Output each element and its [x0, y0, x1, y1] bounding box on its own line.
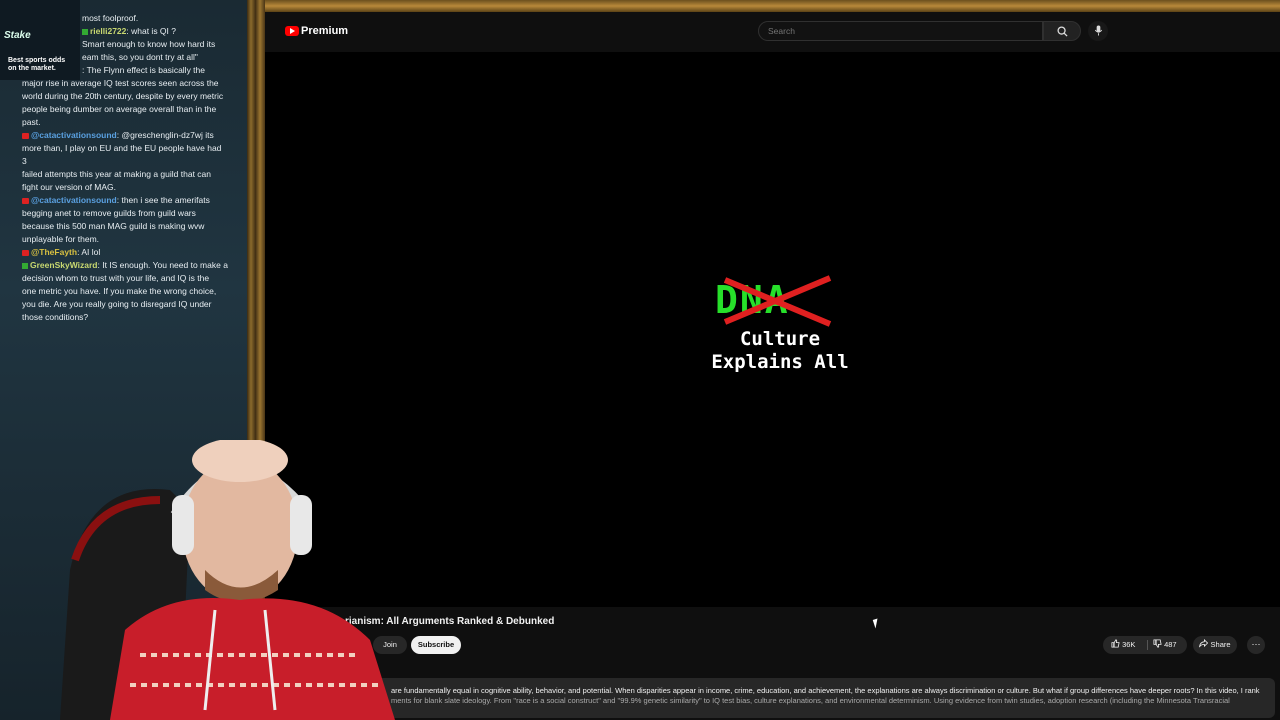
- chat-text: begging anet to remove guilds from guild…: [22, 208, 196, 218]
- youtube-logo-icon[interactable]: [285, 26, 299, 36]
- description-line-2: ments for blank slate ideology. From "ra…: [391, 696, 1230, 705]
- chat-username[interactable]: GreenSkyWizard: [30, 260, 97, 270]
- headphone-cup-right: [290, 495, 312, 555]
- search-icon: [1056, 26, 1068, 37]
- user-badge-icon: [22, 262, 28, 269]
- chat-text: failed attempts this year at making a gu…: [22, 169, 211, 179]
- chat-text: because this 500 man MAG guild is making…: [22, 221, 205, 231]
- like-count: 36K: [1122, 640, 1136, 649]
- chat-text: : @greschenglin-dz7wj its: [116, 130, 214, 140]
- youtube-page: Premium DNA Culture Explains All: [265, 12, 1280, 720]
- red-x-icon: [723, 275, 832, 327]
- user-badge-icon: [22, 249, 29, 256]
- chat-text: unplayable for them.: [22, 234, 100, 244]
- chat-message: you die. Are you really going to disrega…: [0, 298, 250, 311]
- like-button[interactable]: 36K: [1111, 636, 1135, 654]
- video-frame-art: DNA Culture Explains All: [705, 272, 855, 382]
- chat-username[interactable]: @TheFayth: [31, 247, 77, 257]
- chat-text: decision whom to trust with your life, a…: [22, 273, 210, 283]
- ad-box[interactable]: Stake Best sports odds on the market.: [0, 0, 80, 80]
- user-badge-icon: [82, 28, 88, 35]
- chat-message: @catactivationsound: @greschenglin-dz7wj…: [0, 129, 250, 142]
- chat-message: those conditions?: [0, 311, 250, 324]
- chat-message: @TheFayth: AI lol: [0, 246, 250, 259]
- chat-text: : The Flynn effect is basically the: [82, 65, 205, 75]
- mic-icon: [1094, 25, 1102, 36]
- search-button[interactable]: [1043, 21, 1081, 41]
- chat-text: world during the 20th century, despite b…: [22, 91, 224, 101]
- bald-scalp: [192, 440, 288, 482]
- ad-line-1: Best sports odds: [8, 57, 66, 64]
- top-bar: Premium: [265, 12, 1280, 52]
- user-badge-icon: [22, 197, 29, 204]
- chat-text: Smart enough to know how hard its: [82, 39, 216, 49]
- chat-text: those conditions?: [22, 312, 89, 322]
- voice-search-button[interactable]: [1088, 21, 1108, 41]
- chat-text: : what is QI ?: [126, 26, 176, 36]
- share-label: Share: [1210, 640, 1231, 649]
- chat-message: unplayable for them.: [0, 233, 250, 246]
- thumbs-down-icon: [1153, 639, 1162, 648]
- brand-label[interactable]: Premium: [301, 25, 348, 37]
- chat-message: decision whom to trust with your life, a…: [0, 272, 250, 285]
- frame-caption-line-1: Culture: [739, 328, 821, 350]
- chat-message: begging anet to remove guilds from guild…: [0, 207, 250, 220]
- headphone-cup-left: [172, 495, 194, 555]
- chat-text: most foolproof.: [82, 13, 139, 23]
- chat-text: : AI lol: [77, 247, 101, 257]
- chat-text: people being dumber on average overall t…: [22, 104, 217, 114]
- more-icon[interactable]: ⋯: [1247, 636, 1265, 654]
- chat-message: world during the 20th century, despite b…: [0, 90, 250, 103]
- chat-text: more than, I play on EU and the EU peopl…: [22, 143, 222, 166]
- frame-border-top: [255, 0, 1280, 12]
- hoodie: [110, 598, 395, 720]
- frame-caption-line-2: Explains All: [711, 351, 849, 373]
- chat-text: : then i see the amerifats: [116, 195, 210, 205]
- chat-text: : It IS enough. You need to make a: [97, 260, 228, 270]
- subscribe-button[interactable]: Subscribe: [411, 636, 461, 654]
- webcam-overlay: [60, 440, 395, 720]
- dislike-count: 487: [1164, 640, 1177, 649]
- chat-text: fight our version of MAG.: [22, 182, 117, 192]
- divider: [1147, 640, 1148, 650]
- chat-text: you die. Are you really going to disrega…: [22, 299, 212, 309]
- description-line-1: are fundamentally equal in cognitive abi…: [391, 686, 1260, 695]
- thumbs-up-icon: [1111, 639, 1120, 648]
- ad-logo: Stake: [4, 30, 31, 41]
- chat-message: failed attempts this year at making a gu…: [0, 168, 250, 181]
- chat-username[interactable]: @catactivationsound: [31, 195, 117, 205]
- chat-message: GreenSkyWizard: It IS enough. You need t…: [0, 259, 250, 272]
- description-box[interactable]: are fundamentally equal in cognitive abi…: [375, 678, 1275, 718]
- chat-message: because this 500 man MAG guild is making…: [0, 220, 250, 233]
- share-button[interactable]: Share: [1193, 636, 1237, 654]
- search-input[interactable]: [758, 21, 1043, 41]
- share-icon: [1199, 638, 1209, 648]
- ad-line-2: on the market.: [8, 65, 56, 72]
- chat-message: @catactivationsound: then i see the amer…: [0, 194, 250, 207]
- dislike-button[interactable]: 487: [1153, 636, 1177, 654]
- chat-message: more than, I play on EU and the EU peopl…: [0, 142, 250, 168]
- chat-username[interactable]: @catactivationsound: [31, 130, 117, 140]
- chat-text: past.: [22, 117, 41, 127]
- chat-message: fight our version of MAG.: [0, 181, 250, 194]
- video-player[interactable]: DNA Culture Explains All: [265, 52, 1280, 607]
- like-dislike-group[interactable]: 36K 487: [1103, 636, 1187, 654]
- chat-message: one metric you have. If you make the wro…: [0, 285, 250, 298]
- chat-username[interactable]: rielli2722: [90, 26, 126, 36]
- user-badge-icon: [22, 132, 29, 139]
- chat-message: past.: [0, 116, 250, 129]
- chat-text: eam this, so you dont try at all": [82, 52, 198, 62]
- chat-text: one metric you have. If you make the wro…: [22, 286, 217, 296]
- chat-message: people being dumber on average overall t…: [0, 103, 250, 116]
